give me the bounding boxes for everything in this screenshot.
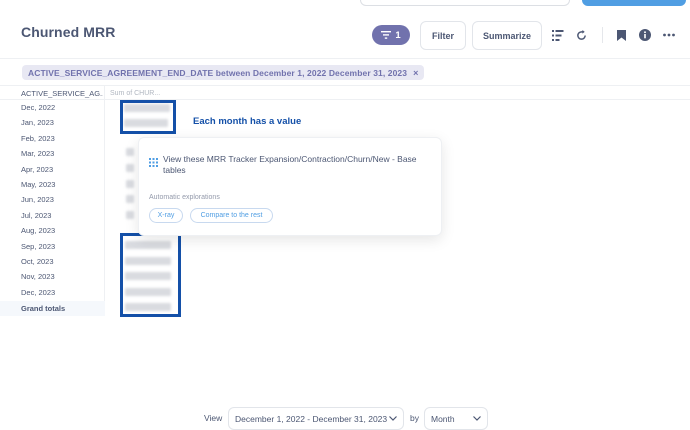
by-label: by — [410, 413, 419, 423]
chevron-down-icon — [473, 416, 481, 421]
summarize-button[interactable]: Summarize — [472, 21, 542, 50]
table-row-label: Aug, 2023 — [21, 226, 56, 236]
drill-popover: View these MRR Tracker Expansion/Contrac… — [138, 137, 442, 236]
table-row-label: Dec, 2022 — [21, 103, 56, 112]
table-row-label: Jul, 2023 — [21, 210, 52, 220]
granularity-value: Month — [431, 413, 455, 424]
grand-totals-label: Grand totals — [21, 304, 66, 313]
redacted-value — [126, 164, 134, 172]
page-title: Churned MRR — [21, 24, 116, 40]
toolbar-divider — [602, 27, 603, 43]
view-tables-link[interactable]: View these MRR Tracker Expansion/Contrac… — [163, 154, 435, 176]
filter-chip-label: ACTIVE_SERVICE_AGREEMENT_END_DATE betwee… — [28, 67, 408, 78]
info-icon[interactable] — [638, 28, 652, 42]
close-icon[interactable]: × — [413, 68, 418, 78]
top-action-button[interactable] — [582, 0, 686, 6]
top-search-input[interactable] — [360, 0, 570, 6]
granularity-select[interactable]: Month — [424, 407, 488, 430]
table-row-label: May, 2023 — [21, 180, 56, 189]
redacted-value — [126, 211, 134, 219]
annotation-box-bottom — [120, 233, 181, 317]
table-row-label: Feb, 2023 — [21, 133, 55, 143]
more-icon[interactable] — [662, 28, 676, 42]
grid-icon — [149, 158, 158, 167]
refresh-icon[interactable] — [574, 28, 588, 42]
redacted-value — [126, 180, 134, 188]
table-row-label: Apr, 2023 — [21, 164, 54, 174]
filter-icon — [381, 31, 392, 39]
annotation-text: Each month has a value — [193, 116, 302, 127]
table-row-label: Dec, 2023 — [21, 287, 56, 297]
list-view-icon[interactable] — [551, 28, 565, 42]
redacted-value — [126, 195, 134, 203]
table-row-label: Mar, 2023 — [21, 149, 55, 159]
header-divider — [0, 58, 690, 59]
date-range-select[interactable]: December 1, 2022 - December 31, 2023 — [228, 407, 404, 430]
compare-to-rest-button[interactable]: Compare to the rest — [190, 208, 273, 223]
xray-button[interactable]: X-ray — [149, 208, 183, 223]
redacted-value — [126, 148, 134, 156]
bookmark-icon[interactable] — [614, 28, 628, 42]
date-range-value: December 1, 2022 - December 31, 2023 — [235, 413, 388, 424]
table-row-label: Jun, 2023 — [21, 195, 54, 205]
filter-count-pill[interactable]: 1 — [372, 25, 410, 45]
table-header-divider — [0, 99, 690, 100]
filter-count: 1 — [395, 29, 401, 41]
value-column-header[interactable]: Sum of CHUR... — [110, 86, 160, 100]
auto-explorations-label: Automatic explorations — [149, 194, 220, 201]
chevron-down-icon — [389, 416, 397, 421]
table-row-label: Oct, 2023 — [21, 257, 54, 266]
table-row-label: Sep, 2023 — [21, 241, 56, 251]
filter-chip[interactable]: ACTIVE_SERVICE_AGREEMENT_END_DATE betwee… — [22, 65, 425, 80]
table-row-label: Nov, 2023 — [21, 272, 55, 282]
row-dimension-header[interactable]: ACTIVE_SERVICE_AG... — [21, 86, 103, 100]
filter-button[interactable]: Filter — [420, 21, 466, 50]
view-label: View — [204, 413, 223, 423]
annotation-box-top — [120, 100, 176, 134]
table-row-label: Jan, 2023 — [21, 118, 54, 128]
